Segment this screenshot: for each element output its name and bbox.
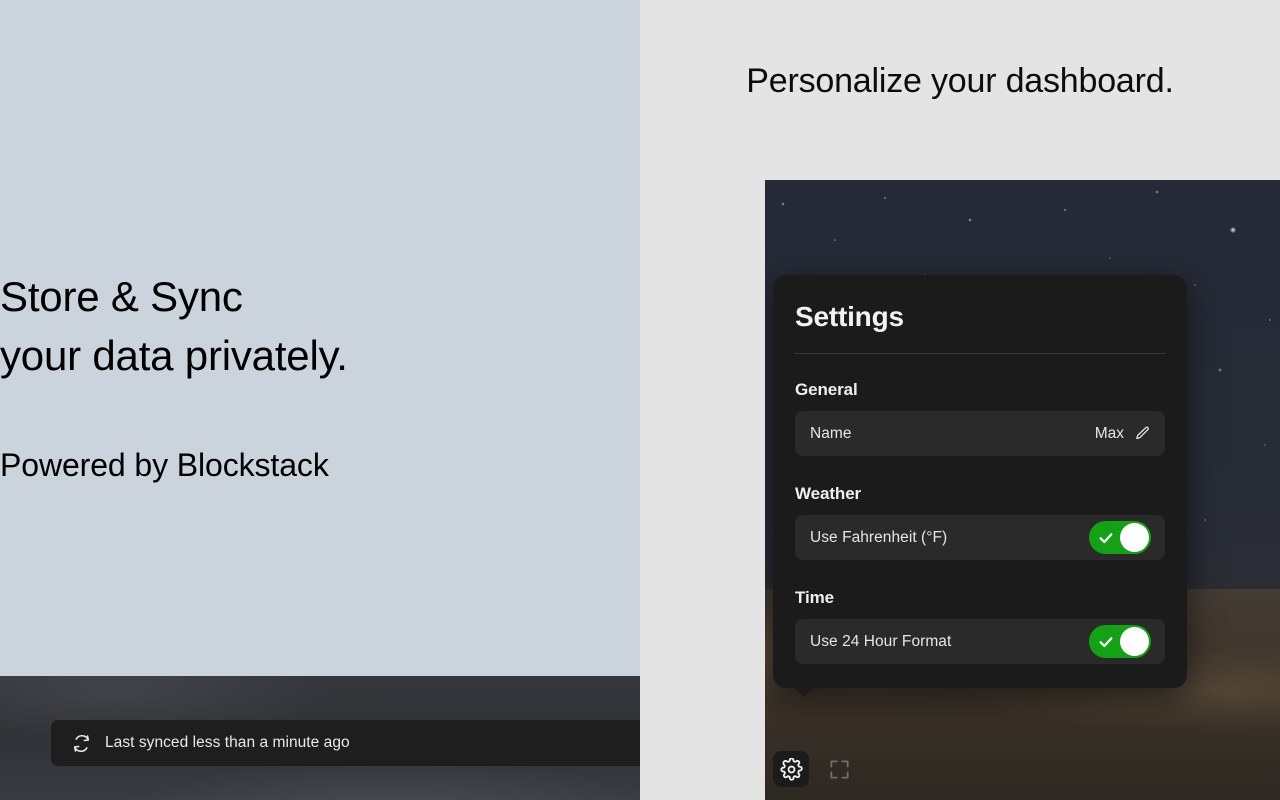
checkmark-icon: [1098, 530, 1114, 546]
screenshot-root: Store & Sync your data privately. Powere…: [0, 0, 1280, 800]
dashboard-toolbar: [773, 751, 857, 787]
right-feature-pane: Personalize your dashboard. f Facebook S…: [640, 0, 1280, 800]
settings-group-label-time: Time: [795, 588, 1165, 608]
gear-settings-icon: [780, 758, 803, 781]
setting-row-name[interactable]: Name Max: [795, 411, 1165, 456]
settings-popover: Settings General Name Max: [773, 275, 1187, 688]
settings-title: Settings: [795, 301, 1165, 353]
sync-refresh-icon: [72, 734, 91, 753]
fullscreen-expand-icon: [828, 758, 851, 781]
toggle-24hour[interactable]: [1089, 625, 1151, 658]
left-subline: Powered by Blockstack: [0, 444, 640, 486]
fullscreen-toolbar-button[interactable]: [821, 751, 857, 787]
sync-status-text: Last synced less than a minute ago: [105, 734, 350, 752]
sync-status-toast: Last synced less than a minute ago: [51, 720, 640, 766]
settings-toolbar-button[interactable]: [773, 751, 809, 787]
left-app-screenshot: Last synced less than a minute ago: [0, 676, 640, 800]
left-headline: Store & Sync your data privately.: [0, 267, 640, 385]
setting-row-fahrenheit[interactable]: Use Fahrenheit (°F): [795, 515, 1165, 560]
checkmark-icon: [1098, 634, 1114, 650]
toggle-knob: [1120, 523, 1149, 552]
settings-group-label-general: General: [795, 380, 1165, 400]
setting-label-24hour: Use 24 Hour Format: [810, 633, 951, 651]
toggle-knob: [1120, 627, 1149, 656]
left-marketing-pane: Store & Sync your data privately. Powere…: [0, 0, 640, 800]
settings-divider: [795, 353, 1165, 354]
dashboard-screenshot: f Facebook Settings General Name Max: [765, 180, 1280, 800]
pencil-edit-icon[interactable]: [1134, 425, 1151, 442]
setting-label-fahrenheit: Use Fahrenheit (°F): [810, 529, 947, 547]
toggle-fahrenheit[interactable]: [1089, 521, 1151, 554]
setting-value-name: Max: [1095, 425, 1124, 443]
setting-value-name-wrap[interactable]: Max: [1095, 425, 1151, 443]
setting-row-24hour[interactable]: Use 24 Hour Format: [795, 619, 1165, 664]
settings-group-label-weather: Weather: [795, 484, 1165, 504]
setting-label-name: Name: [810, 425, 852, 443]
right-headline: Personalize your dashboard.: [640, 58, 1280, 104]
